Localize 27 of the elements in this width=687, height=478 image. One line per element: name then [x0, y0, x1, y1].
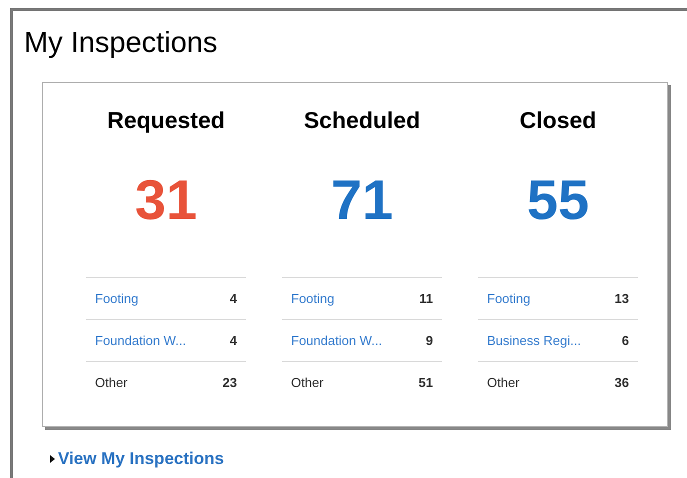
- column-heading: Scheduled: [304, 106, 420, 135]
- view-inspections-link[interactable]: View My Inspections: [58, 449, 224, 469]
- category-count: 13: [614, 290, 629, 308]
- category-link[interactable]: Footing: [291, 288, 334, 308]
- category-label: Other: [291, 374, 324, 392]
- category-link[interactable]: Foundation W...: [291, 330, 382, 350]
- category-link[interactable]: Foundation W...: [95, 330, 186, 350]
- category-link[interactable]: Business Regi...: [487, 330, 581, 350]
- count-number: 71: [330, 168, 394, 232]
- column-heading: Requested: [107, 106, 225, 135]
- column-heading: Closed: [520, 106, 596, 135]
- page-title: My Inspections: [24, 26, 218, 61]
- category-count: 9: [426, 332, 433, 350]
- count-number: 31: [134, 168, 198, 232]
- category-count: 36: [614, 374, 629, 392]
- category-link[interactable]: Footing: [95, 288, 138, 308]
- count-number: 55: [526, 168, 590, 232]
- category-count: 4: [230, 332, 237, 350]
- caret-icon: [50, 455, 55, 463]
- category-label: Other: [95, 374, 128, 392]
- category-link[interactable]: Footing: [487, 288, 530, 308]
- category-count: 51: [418, 374, 433, 392]
- category-label: Other: [487, 374, 520, 392]
- category-count: 6: [622, 332, 629, 350]
- category-count: 4: [230, 290, 237, 308]
- category-count: 11: [419, 290, 433, 308]
- category-count: 23: [222, 374, 237, 392]
